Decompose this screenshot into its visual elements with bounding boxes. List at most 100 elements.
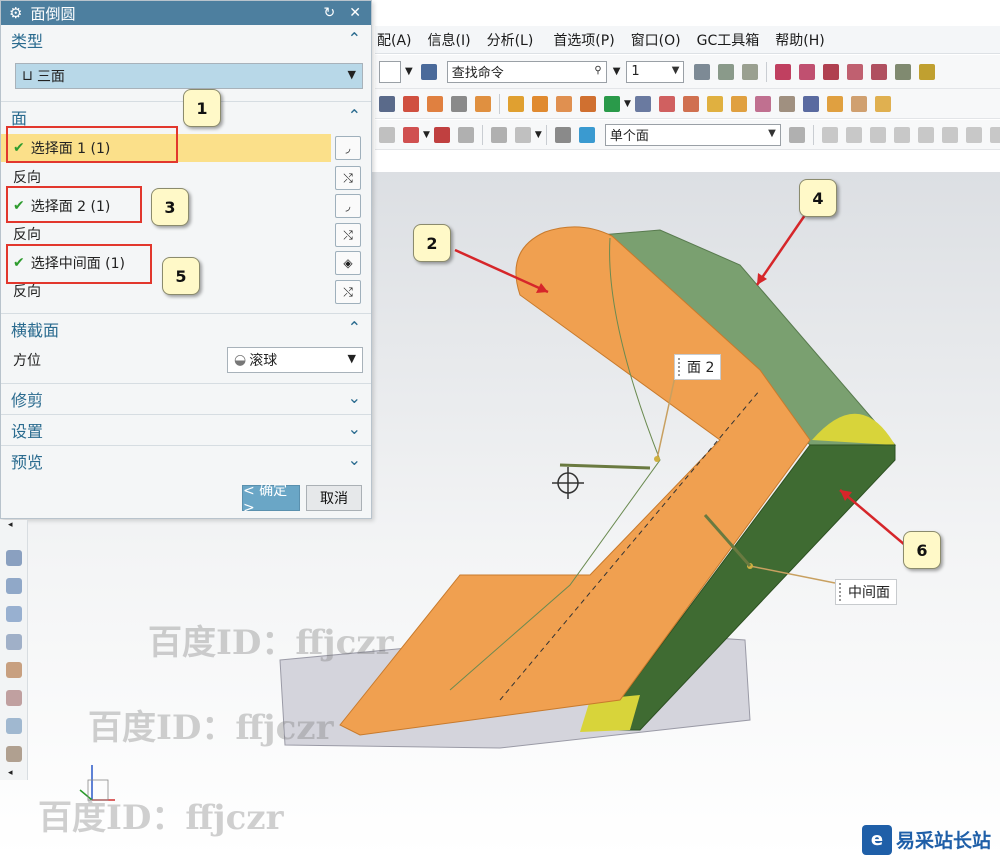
chevron-down-icon[interactable]: ▼	[535, 130, 542, 140]
trim-body-icon[interactable]	[580, 95, 596, 112]
select-arrow-icon[interactable]	[379, 126, 395, 143]
hole-icon[interactable]	[475, 95, 491, 112]
mirror-icon[interactable]	[802, 95, 819, 112]
reverse3-label: 反向	[13, 284, 41, 300]
highlight-box-face1	[6, 126, 178, 163]
reverse3-button[interactable]: ⤭	[335, 280, 361, 304]
snap-circle-icon[interactable]	[989, 126, 1000, 143]
snap-center-icon[interactable]	[895, 63, 912, 80]
snap-line-icon[interactable]	[845, 126, 862, 143]
layer-visible-icon[interactable]	[718, 63, 735, 80]
reset-icon[interactable]: ↻	[324, 5, 336, 21]
menu-window[interactable]: 窗口(O)	[631, 30, 681, 50]
menu-gc-toolbox[interactable]: GC工具箱	[697, 30, 760, 50]
next-icon[interactable]	[788, 126, 805, 143]
select-feature-icon[interactable]	[457, 126, 474, 143]
section-type[interactable]: 类型 ⌃	[1, 25, 371, 55]
menu-assembly[interactable]: 配(A)	[377, 30, 412, 50]
orientation-dropdown[interactable]: ◒ 滚球 ▼	[227, 347, 363, 373]
snap-perp-icon[interactable]	[965, 126, 982, 143]
menu-help[interactable]: 帮助(H)	[775, 30, 824, 50]
reverse2-button[interactable]: ⤭	[335, 223, 361, 247]
chevron-down-icon[interactable]: ▼	[423, 130, 430, 140]
collapse-left-icon[interactable]: ◂	[8, 520, 13, 530]
offset-icon[interactable]	[682, 95, 699, 112]
select-body-icon[interactable]	[554, 126, 571, 143]
snap-wave-icon[interactable]	[941, 126, 958, 143]
draft-icon[interactable]	[634, 95, 651, 112]
rib-icon[interactable]	[508, 95, 524, 112]
surface-icon-2[interactable]	[6, 578, 22, 594]
block-icon[interactable]	[403, 95, 419, 112]
sew-icon[interactable]	[754, 95, 771, 112]
rolling-ball-icon: ◒	[234, 352, 247, 368]
work-layer-combo[interactable]: 1 ▼	[626, 60, 685, 83]
revolve-icon[interactable]	[451, 95, 467, 112]
snap-line2-icon[interactable]	[869, 126, 886, 143]
snap-curve2-icon[interactable]	[917, 126, 934, 143]
pattern-icon[interactable]	[556, 95, 572, 112]
menu-analysis[interactable]: 分析(L)	[487, 30, 534, 50]
unite-icon[interactable]	[532, 95, 548, 112]
edge-blend-icon[interactable]	[850, 95, 867, 112]
snap-end-icon[interactable]	[799, 63, 816, 80]
extrude-icon[interactable]	[427, 95, 443, 112]
surface-icon-7[interactable]	[6, 718, 22, 734]
surface-icon-8[interactable]	[6, 746, 22, 762]
select-filter-combo[interactable]	[379, 60, 401, 83]
snap-curve-icon[interactable]	[893, 126, 910, 143]
brand-text: 易采站长站	[896, 830, 992, 852]
mid-select-button[interactable]: ◈	[335, 251, 361, 275]
menu-info[interactable]: 信息(I)	[428, 30, 471, 50]
face2-select-button[interactable]: ◞	[335, 194, 361, 218]
snap-control-icon[interactable]	[847, 63, 864, 80]
snap-point-icon[interactable]	[775, 63, 792, 80]
gear-icon[interactable]: ⚙	[9, 4, 22, 22]
section-cross[interactable]: 横截面 ⌃	[1, 313, 371, 343]
chevron-down-icon[interactable]: ▼	[624, 99, 631, 109]
ok-button[interactable]: < 确定 >	[242, 483, 300, 516]
select-face-icon[interactable]	[578, 126, 595, 143]
snap-intersect-icon[interactable]	[871, 63, 888, 80]
chevron-down-icon[interactable]: ▼	[613, 66, 621, 77]
expand-icon[interactable]: ◂	[8, 768, 13, 778]
face-blend-icon[interactable]	[826, 95, 843, 112]
menu-preferences[interactable]: 首选项(P)	[553, 30, 614, 50]
chevron-down-icon[interactable]: ▼	[405, 66, 413, 77]
snap-quadrant-icon[interactable]	[919, 63, 936, 80]
info-icon[interactable]	[420, 63, 437, 80]
shell-icon[interactable]	[658, 95, 675, 112]
snap-any-icon[interactable]	[821, 126, 838, 143]
surface-icon-1[interactable]	[6, 550, 22, 566]
cylinder-icon[interactable]	[379, 95, 395, 112]
surface-icon-5[interactable]	[6, 662, 22, 678]
blend-icon[interactable]	[706, 95, 723, 112]
command-search-input[interactable]: 查找命令 ⚲	[446, 60, 607, 83]
close-icon[interactable]: ✕	[349, 5, 361, 21]
three-face-icon: ⊔	[22, 68, 33, 84]
surface-icon-6[interactable]	[6, 690, 22, 706]
select-all-icon[interactable]	[490, 126, 507, 143]
face1-select-button[interactable]: ◞	[335, 136, 361, 160]
snap-mid-icon[interactable]	[823, 63, 840, 80]
section-trim[interactable]: 修剪 ⌄	[1, 383, 371, 413]
reverse1-button[interactable]: ⤭	[335, 166, 361, 190]
type-dropdown[interactable]: ⊔ 三面 ▼	[15, 63, 363, 89]
select-box-icon[interactable]	[514, 126, 531, 143]
chamfer-icon[interactable]	[730, 95, 747, 112]
face2-leader-dot	[654, 456, 660, 462]
point-icon[interactable]	[604, 95, 620, 112]
split-icon[interactable]	[778, 95, 795, 112]
surface-icon-4[interactable]	[6, 634, 22, 650]
cancel-button[interactable]: 取消	[306, 485, 362, 511]
layer-settings-icon[interactable]	[694, 63, 711, 80]
select-add-icon[interactable]	[433, 126, 450, 143]
reverse-direction-icon: ⤭	[343, 170, 353, 185]
move-layer-icon[interactable]	[742, 63, 759, 80]
face-rule-combo[interactable]: 单个面 ▼	[604, 123, 781, 146]
section-settings[interactable]: 设置 ⌄	[1, 414, 371, 444]
extract-icon[interactable]	[874, 95, 891, 112]
select-region-icon[interactable]	[403, 126, 419, 143]
section-preview[interactable]: 预览 ⌄	[1, 445, 371, 475]
surface-icon-3[interactable]	[6, 606, 22, 622]
